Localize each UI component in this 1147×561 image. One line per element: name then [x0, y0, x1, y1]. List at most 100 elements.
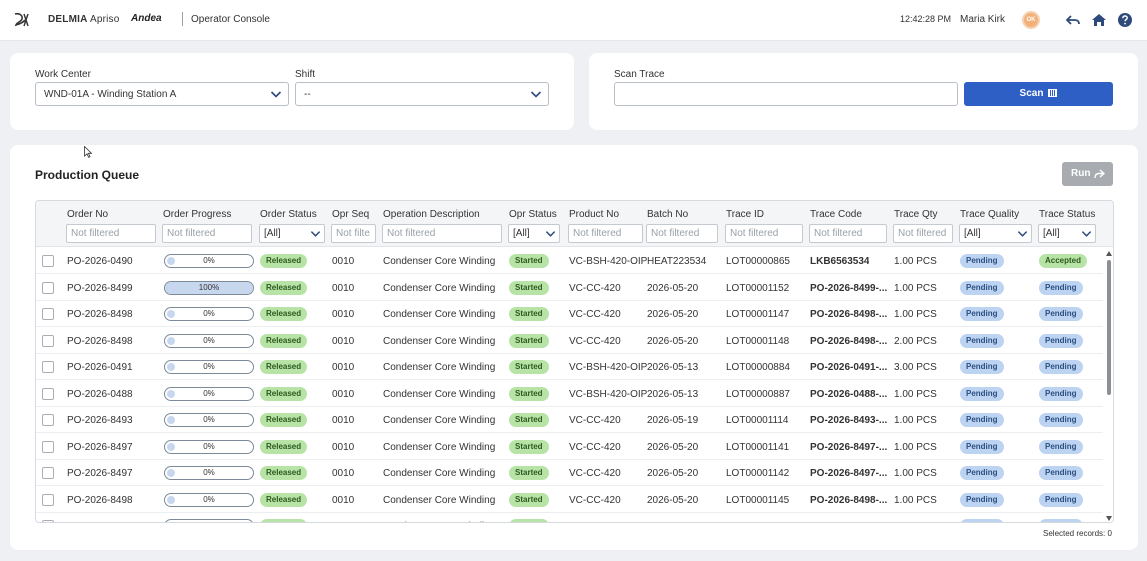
table-row[interactable]: PO-2026-0488 0% Released 0010 Condenser Core…: [36, 381, 1103, 407]
trace-code-cell: PO-2026-8498-...: [810, 335, 888, 347]
trace-qty-cell: 3.00 PCS: [894, 362, 937, 373]
op-desc-cell: Condenser Core Winding: [383, 309, 496, 320]
vertical-scrollbar[interactable]: [1103, 248, 1113, 522]
shift-label: Shift: [295, 69, 316, 80]
table-row[interactable]: PO-2026-8498 0% Released 0010 Condenser Core…: [36, 301, 1103, 327]
row-checkbox[interactable]: [42, 334, 54, 347]
trace-code-cell: LKB6563534: [810, 256, 870, 267]
status-badge: Started: [509, 439, 549, 454]
chevron-down-icon: [1081, 231, 1092, 237]
order-progress-label: 0%: [203, 362, 215, 371]
table-row[interactable]: PO-2026-8499 100% Released 0010 Condenser Co…: [36, 275, 1103, 301]
3ds-logo-icon: [14, 12, 29, 27]
column-header[interactable]: Product No: [569, 209, 619, 220]
row-checkbox[interactable]: [42, 493, 54, 506]
scan-button-label: Scan: [1019, 88, 1044, 99]
scroll-up-icon[interactable]: [1106, 251, 1112, 256]
column-header[interactable]: Trace Code: [810, 209, 862, 220]
row-checkbox[interactable]: [42, 440, 54, 453]
row-checkbox[interactable]: [42, 361, 54, 373]
scrollbar-thumb[interactable]: [1107, 260, 1111, 395]
column-filter-value: Not filtered: [573, 228, 622, 239]
column-filter-select[interactable]: [All]: [508, 224, 560, 243]
product-no-cell: VC-CC-420: [569, 309, 621, 320]
scan-button[interactable]: Scan: [964, 82, 1113, 106]
user-name[interactable]: Maria Kirk: [960, 14, 1005, 25]
row-checkbox[interactable]: [42, 308, 54, 320]
current-time: 12:42:28 PM: [900, 14, 952, 24]
order-progress-knob: [167, 522, 175, 523]
column-header[interactable]: Operation Description: [383, 209, 480, 220]
column-filter-select[interactable]: [All]: [1038, 224, 1096, 243]
back-icon[interactable]: [1065, 12, 1081, 28]
table-row[interactable]: PO-2026-8497 0% Released 0010 Condenser Core…: [36, 434, 1103, 460]
order-progress-label: 0%: [165, 521, 253, 522]
row-checkbox[interactable]: [42, 281, 54, 294]
table-row[interactable]: PO-2026-8498 0% Released 0010 Condenser Core…: [36, 328, 1103, 354]
trace-id-cell: LOT00000887: [726, 388, 790, 400]
column-filter-input[interactable]: Not filtered: [66, 224, 156, 243]
column-filter-input[interactable]: Not filtered: [893, 224, 953, 243]
column-filter-input[interactable]: Not filtered: [809, 224, 887, 243]
status-badge: Released: [260, 280, 308, 295]
column-filter-input[interactable]: Not filte: [331, 224, 376, 243]
order-progress-label: 0%: [203, 494, 215, 504]
column-header[interactable]: Trace ID: [726, 209, 764, 220]
work-center-value: WND-01A - Winding Station A: [44, 89, 177, 100]
scan-card: Scan Trace Scan: [589, 53, 1138, 130]
column-header[interactable]: Order No: [67, 209, 108, 220]
scan-trace-input[interactable]: [614, 82, 958, 106]
row-checkbox[interactable]: [42, 387, 54, 400]
column-filter-input[interactable]: Not filtered: [382, 224, 502, 243]
trace-code-cell: PO-2026-8497-...: [810, 468, 888, 479]
column-header[interactable]: Opr Status: [509, 209, 557, 220]
trace-id-cell: LOT00000884: [726, 362, 790, 373]
column-filter-input[interactable]: Not filtered: [568, 224, 643, 243]
order-no-cell: PO-2026-8498: [67, 335, 133, 347]
column-header[interactable]: Trace Status: [1039, 209, 1095, 220]
table-row[interactable]: PO-2026-8498 0% Released 0010 Condenser Core…: [36, 513, 1103, 523]
column-header[interactable]: Order Progress: [163, 209, 231, 220]
opr-seq-cell: 0010: [332, 256, 355, 267]
row-checkbox[interactable]: [42, 467, 54, 479]
column-header[interactable]: Order Status: [260, 209, 317, 220]
row-checkbox[interactable]: [42, 414, 54, 426]
column-filter-input[interactable]: Not filtered: [162, 224, 252, 243]
table-row[interactable]: PO-2026-8493 0% Released 0010 Condenser Core…: [36, 407, 1103, 433]
row-checkbox[interactable]: [42, 255, 54, 267]
trace-id-cell: LOT00001114: [726, 415, 789, 426]
order-progress-bar: 0%: [164, 413, 254, 427]
work-center-select[interactable]: WND-01A - Winding Station A: [35, 82, 289, 106]
batch-no-cell: 2026-05-13: [647, 362, 699, 373]
avatar[interactable]: OK: [1022, 11, 1040, 29]
run-button[interactable]: Run: [1062, 162, 1113, 186]
table-row[interactable]: PO-2026-0491 0% Released 0010 Condenser Core…: [36, 354, 1103, 380]
order-progress-bar: 0%: [164, 360, 254, 374]
shift-select[interactable]: --: [295, 82, 549, 106]
table-row[interactable]: PO-2026-8498 0% Released 0010 Condenser Core…: [36, 487, 1103, 513]
trace-qty-cell: 1.00 PCS: [894, 415, 937, 426]
row-checkbox[interactable]: [42, 520, 54, 522]
table-row[interactable]: PO-2026-8497 0% Released 0010 Condenser Core…: [36, 460, 1103, 486]
column-filter-select[interactable]: [All]: [959, 224, 1032, 243]
column-header[interactable]: Batch No: [647, 209, 688, 220]
column-filter-input[interactable]: Not filtered: [646, 224, 718, 243]
status-badge: Released: [260, 307, 308, 321]
batch-no-cell: 2026-05-19: [647, 415, 699, 426]
trace-id-cell: LOT00001152: [726, 282, 790, 294]
order-no-cell: PO-2026-0490: [67, 256, 133, 267]
help-icon[interactable]: [1117, 12, 1133, 28]
scroll-down-icon[interactable]: [1106, 516, 1112, 521]
column-header[interactable]: Trace Qty: [894, 209, 938, 220]
column-filter-input[interactable]: Not filtered: [725, 224, 803, 243]
column-filter-select[interactable]: [All]: [259, 224, 325, 243]
batch-no-cell: 2026-05-13: [647, 388, 699, 400]
column-header[interactable]: Opr Seq: [332, 209, 369, 220]
order-no-cell: PO-2026-8499: [67, 282, 133, 294]
table-row[interactable]: PO-2026-0490 0% Released 0010 Condenser Core…: [36, 248, 1103, 274]
order-progress-label: 0%: [203, 309, 215, 318]
status-badge: Started: [509, 413, 549, 427]
column-header[interactable]: Trace Quality: [960, 209, 1019, 220]
order-progress-bar: 100%: [164, 280, 254, 295]
home-icon[interactable]: [1091, 12, 1107, 28]
